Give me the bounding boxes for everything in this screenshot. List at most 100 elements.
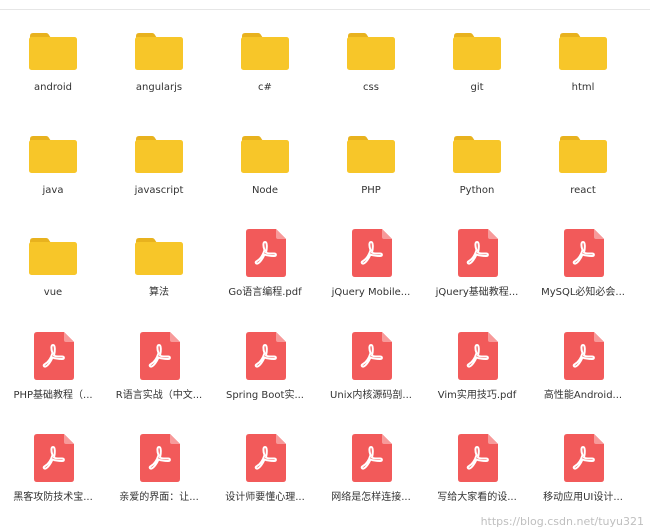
folder-icon (347, 33, 395, 70)
folder-item[interactable]: android (0, 24, 106, 122)
folder-item[interactable]: angularjs (106, 24, 212, 122)
file-name: Go语言编程.pdf (228, 287, 302, 298)
pdf-file-icon (246, 229, 286, 277)
folder-name: vue (43, 287, 63, 298)
folder-icon (29, 33, 77, 70)
pdf-file-icon-wrap (530, 434, 636, 490)
pdf-file-icon-wrap (424, 331, 530, 388)
file-name: 高性能Android... (543, 389, 623, 401)
pdf-file-item[interactable]: 高性能Android... (530, 331, 636, 430)
folder-icon-wrap (530, 24, 636, 80)
pdf-file-icon-wrap (0, 434, 106, 490)
folder-icon (135, 135, 183, 173)
file-name: 黑客攻防技术宝... (13, 492, 93, 503)
pdf-file-icon (458, 331, 498, 380)
file-name: 设计师要懂心理... (225, 492, 305, 503)
pdf-file-icon-wrap (212, 434, 318, 490)
file-name: Unix内核源码剖... (330, 389, 412, 401)
folder-name: angularjs (135, 82, 183, 93)
folder-icon-wrap (424, 24, 530, 80)
pdf-file-icon (140, 331, 180, 380)
folder-icon-wrap (0, 24, 106, 80)
pdf-file-icon-wrap (530, 331, 636, 388)
file-name: 亲爱的界面：让... (119, 492, 199, 503)
folder-icon-wrap (530, 127, 636, 183)
folder-icon (29, 135, 77, 173)
file-name: 网络是怎样连接... (331, 492, 411, 503)
pdf-file-icon (34, 331, 74, 380)
pdf-file-icon (34, 434, 74, 482)
folder-item[interactable]: java (0, 127, 106, 225)
folder-icon-wrap (212, 24, 318, 80)
pdf-file-icon-wrap (424, 434, 530, 490)
pdf-file-icon (246, 331, 286, 380)
folder-name: Python (459, 184, 495, 196)
folder-item[interactable]: PHP (318, 127, 424, 225)
pdf-file-icon-wrap (530, 229, 636, 285)
top-toolbar-edge (0, 0, 650, 10)
folder-icon-wrap (318, 24, 424, 80)
folder-icon (559, 33, 607, 70)
file-name: 写给大家看的设... (437, 492, 517, 503)
folder-icon-wrap (106, 24, 212, 80)
folder-name: react (570, 184, 596, 196)
folder-icon-wrap (212, 127, 318, 183)
folder-icon (241, 33, 289, 70)
pdf-file-icon-wrap (212, 331, 318, 388)
folder-name: java (42, 184, 64, 196)
folder-item[interactable]: react (530, 127, 636, 225)
pdf-file-icon (140, 434, 180, 482)
pdf-file-item[interactable]: Go语言编程.pdf (212, 229, 318, 327)
folder-icon (135, 238, 183, 275)
folder-name: git (470, 82, 484, 93)
pdf-file-item[interactable]: 亲爱的界面：让... (106, 434, 212, 532)
folder-name: css (363, 82, 379, 93)
folder-item[interactable]: 算法 (106, 229, 212, 327)
pdf-file-icon (246, 434, 286, 482)
folder-icon-wrap (424, 127, 530, 183)
pdf-file-item[interactable]: R语言实战（中文... (106, 331, 212, 430)
pdf-file-icon-wrap (318, 229, 424, 285)
file-name: Vim实用技巧.pdf (437, 389, 517, 401)
folder-item[interactable]: git (424, 24, 530, 122)
pdf-file-item[interactable]: Unix内核源码剖... (318, 331, 424, 430)
folder-icon (559, 135, 607, 173)
folder-item[interactable]: Node (212, 127, 318, 225)
folder-name: javascript (134, 184, 184, 196)
pdf-file-icon (564, 434, 604, 482)
folder-name: html (571, 82, 595, 93)
folder-item[interactable]: Python (424, 127, 530, 225)
pdf-file-item[interactable]: MySQL必知必会... (530, 229, 636, 327)
pdf-file-icon-wrap (318, 434, 424, 490)
folder-item[interactable]: vue (0, 229, 106, 327)
file-name: Spring Boot实... (225, 389, 304, 401)
folder-icon (135, 33, 183, 70)
pdf-file-icon-wrap (318, 331, 424, 388)
pdf-file-icon-wrap (106, 434, 212, 490)
pdf-file-item[interactable]: jQuery Mobile... (318, 229, 424, 327)
folder-item[interactable]: javascript (106, 127, 212, 225)
folder-name: 算法 (149, 287, 169, 298)
folder-icon-wrap (106, 127, 212, 183)
pdf-file-item[interactable]: 网络是怎样连接... (318, 434, 424, 532)
pdf-file-item[interactable]: Spring Boot实... (212, 331, 318, 430)
pdf-file-item[interactable]: jQuery基础教程... (424, 229, 530, 327)
folder-icon (241, 135, 289, 173)
pdf-file-item[interactable]: PHP基础教程（... (0, 331, 106, 430)
pdf-file-item[interactable]: 黑客攻防技术宝... (0, 434, 106, 532)
pdf-file-item[interactable]: Vim实用技巧.pdf (424, 331, 530, 430)
folder-icon-wrap (0, 127, 106, 183)
pdf-file-icon-wrap (106, 331, 212, 388)
folder-name: android (34, 82, 72, 93)
pdf-file-item[interactable]: 设计师要懂心理... (212, 434, 318, 532)
folder-icon (347, 135, 395, 173)
folder-icon-wrap (318, 127, 424, 183)
folder-item[interactable]: html (530, 24, 636, 122)
file-name: MySQL必知必会... (541, 287, 625, 298)
folder-item[interactable]: c# (212, 24, 318, 122)
pdf-file-icon (458, 229, 498, 277)
folder-item[interactable]: css (318, 24, 424, 122)
folder-name: c# (258, 82, 272, 93)
folder-icon (453, 33, 501, 70)
file-name: R语言实战（中文... (115, 389, 203, 401)
